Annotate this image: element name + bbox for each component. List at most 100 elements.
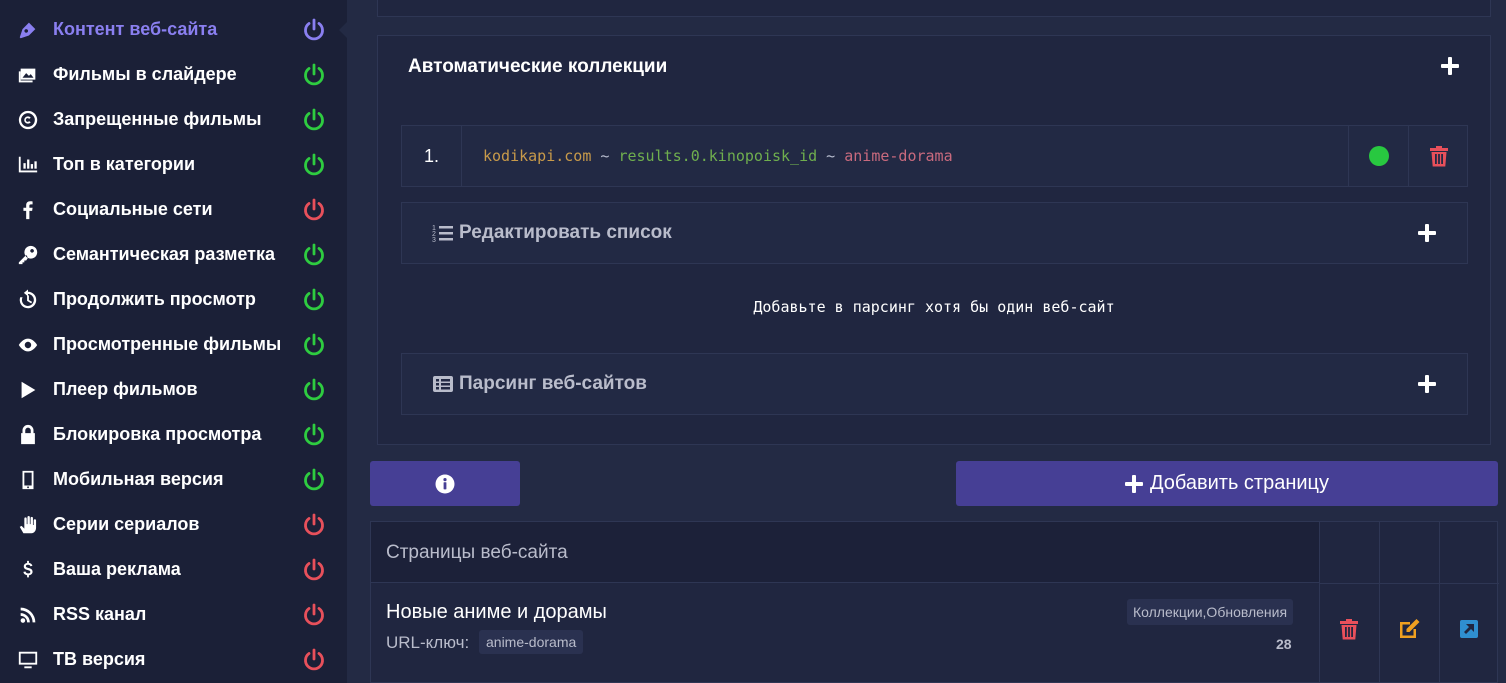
plus-icon	[1124, 474, 1143, 493]
copyright-icon	[15, 107, 41, 133]
status-toggle[interactable]	[1348, 126, 1408, 186]
tv-icon	[15, 647, 41, 673]
sidebar-item[interactable]: Семантическая разметка	[0, 232, 347, 277]
sidebar-item-label: RSS канал	[53, 604, 147, 624]
sidebar-item[interactable]: Блокировка просмотра	[0, 412, 347, 457]
edit-list-accordion[interactable]: 123 Редактировать список	[401, 202, 1468, 264]
edit-list-label: Редактировать список	[459, 222, 672, 243]
images-icon	[15, 62, 41, 88]
power-toggle-icon[interactable]	[302, 18, 326, 42]
power-toggle-icon[interactable]	[302, 378, 326, 402]
svg-text:3: 3	[432, 237, 436, 243]
info-circle-icon[interactable]	[435, 474, 455, 494]
parsing-hint: Добавьте в парсинг хотя бы один веб-сайт	[753, 298, 1115, 316]
power-toggle-icon[interactable]	[302, 648, 326, 672]
collection-row: 1. kodikapi.com ~ results.0.kinopoisk_id…	[401, 125, 1468, 187]
source-site: kodikapi.com	[483, 147, 592, 165]
mobile-icon	[15, 467, 41, 493]
power-toggle-icon[interactable]	[302, 513, 326, 537]
sidebar-item-label: Ваша реклама	[53, 559, 181, 579]
key-icon	[15, 242, 41, 268]
table-header: Страницы веб-сайта	[371, 522, 1319, 583]
sidebar-item-label: Контент веб-сайта	[53, 19, 218, 39]
trash-icon[interactable]	[1429, 145, 1448, 167]
rss-icon	[15, 602, 41, 628]
add-page-label: Добавить страницу	[1149, 472, 1330, 494]
sidebar-item[interactable]: Контент веб-сайта	[0, 7, 347, 52]
power-toggle-icon[interactable]	[302, 423, 326, 447]
sidebar-item-label: Социальные сети	[53, 199, 213, 219]
power-toggle-icon[interactable]	[302, 333, 326, 357]
page-tags-badge: Коллекции,Обновления	[1127, 599, 1294, 625]
power-toggle-icon[interactable]	[302, 63, 326, 87]
add-collection-plus-icon[interactable]	[1441, 57, 1459, 75]
sidebar-item[interactable]: ТВ версия	[0, 637, 347, 682]
sidebar-item[interactable]: Серии сериалов	[0, 502, 347, 547]
sidebar-item-label: Продолжить просмотр	[53, 289, 256, 309]
source-separator: ~	[591, 147, 619, 165]
parsing-accordion[interactable]: Парсинг веб-сайтов	[401, 353, 1468, 415]
row-number: 1.	[402, 126, 462, 186]
sidebar-item[interactable]: Продолжить просмотр	[0, 277, 347, 322]
list-ol-icon: 123	[432, 225, 453, 243]
sidebar-item-label: Запрещенные фильмы	[53, 109, 262, 129]
power-toggle-icon[interactable]	[302, 153, 326, 177]
delete-page-button[interactable]	[1319, 583, 1379, 675]
edit-icon[interactable]	[1397, 618, 1421, 640]
sidebar-item[interactable]: Плеер фильмов	[0, 367, 347, 412]
sidebar-item[interactable]: Ваша реклама	[0, 547, 347, 592]
page-count: 28	[1276, 636, 1292, 652]
sidebar-item-label: Топ в категории	[53, 154, 196, 174]
sidebar-item-label: Мобильная версия	[53, 469, 224, 489]
sidebar-item[interactable]: Топ в категории	[0, 142, 347, 187]
url-key-label: URL-ключ:	[386, 633, 470, 652]
table-header-label: Страницы веб-сайта	[386, 542, 568, 563]
sidebar: Контент веб-сайта Фильмы в слайдере Запрещ…	[0, 0, 347, 683]
source-separator: ~	[817, 147, 845, 165]
info-button[interactable]	[370, 461, 520, 506]
add-page-button[interactable]: Добавить страницу	[956, 461, 1498, 506]
expand-plus-icon[interactable]	[1418, 224, 1436, 242]
sidebar-item[interactable]: Просмотренные фильмы	[0, 322, 347, 367]
collection-source: kodikapi.com ~ results.0.kinopoisk_id ~ …	[483, 126, 953, 186]
power-toggle-icon[interactable]	[302, 108, 326, 132]
source-key: anime-dorama	[844, 147, 953, 165]
edit-page-button[interactable]	[1379, 583, 1439, 675]
power-toggle-icon[interactable]	[302, 243, 326, 267]
bar-chart-icon	[15, 152, 41, 178]
active-item-pointer	[339, 22, 347, 38]
sidebar-item-label: ТВ версия	[53, 649, 146, 669]
sidebar-item[interactable]: Запрещенные фильмы	[0, 97, 347, 142]
page-name[interactable]: Новые аниме и дорамы	[386, 601, 607, 624]
facebook-icon	[15, 197, 41, 223]
external-link-icon[interactable]	[1459, 619, 1479, 639]
lock-icon	[15, 422, 41, 448]
delete-collection-button[interactable]	[1408, 126, 1468, 186]
auto-collections-title: Автоматические коллекции	[408, 56, 668, 77]
dollar-icon	[15, 557, 41, 583]
sidebar-item-label: Фильмы в слайдере	[53, 64, 237, 84]
status-dot-icon[interactable]	[1369, 146, 1389, 166]
power-toggle-icon[interactable]	[302, 603, 326, 627]
sidebar-item[interactable]: RSS канал	[0, 592, 347, 637]
power-toggle-icon[interactable]	[302, 468, 326, 492]
power-toggle-icon[interactable]	[302, 558, 326, 582]
sidebar-item[interactable]: Социальные сети	[0, 187, 347, 232]
sidebar-item[interactable]: Мобильная версия	[0, 457, 347, 502]
sidebar-item[interactable]: Фильмы в слайдере	[0, 52, 347, 97]
sidebar-item-label: Блокировка просмотра	[53, 424, 262, 444]
sidebar-item-label: Просмотренные фильмы	[53, 334, 282, 354]
power-toggle-icon[interactable]	[302, 198, 326, 222]
open-page-button[interactable]	[1439, 583, 1499, 675]
sidebar-item-label: Плеер фильмов	[53, 379, 198, 399]
expand-plus-icon[interactable]	[1418, 375, 1436, 393]
list-alt-icon	[433, 376, 453, 392]
power-toggle-icon[interactable]	[302, 288, 326, 312]
previous-panel	[377, 0, 1491, 17]
parsing-label: Парсинг веб-сайтов	[459, 373, 647, 394]
source-path: results.0.kinopoisk_id	[618, 147, 818, 165]
pages-table: Страницы веб-сайта Новые аниме и дорамы …	[370, 521, 1499, 683]
sidebar-item-label: Серии сериалов	[53, 514, 200, 534]
trash-icon[interactable]	[1340, 618, 1358, 640]
sidebar-item-label: Семантическая разметка	[53, 244, 276, 264]
